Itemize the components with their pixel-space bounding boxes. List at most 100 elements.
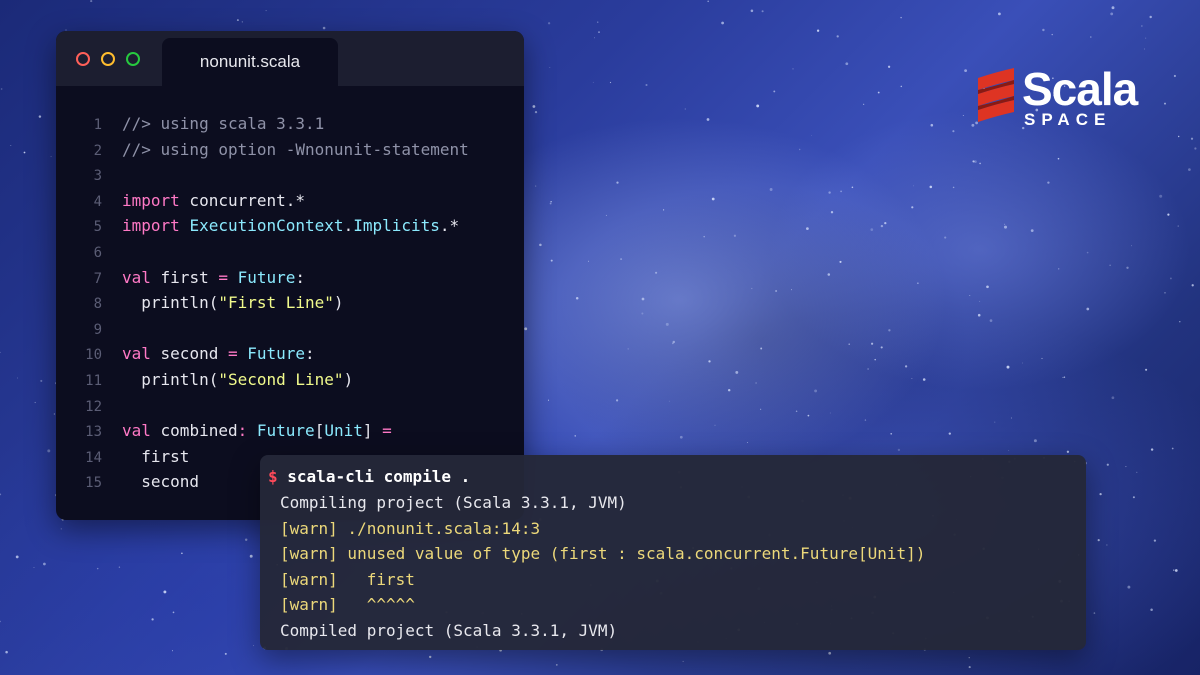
star xyxy=(672,340,676,344)
star xyxy=(972,160,975,163)
star xyxy=(241,21,243,23)
code-line: 10 val second = Future: xyxy=(56,341,524,367)
star xyxy=(760,347,763,350)
minimize-window-icon[interactable] xyxy=(101,52,115,66)
star xyxy=(679,435,683,439)
star xyxy=(17,377,18,379)
star xyxy=(994,421,996,423)
star xyxy=(1030,229,1034,232)
star xyxy=(587,260,590,262)
star xyxy=(665,322,669,326)
star xyxy=(775,290,778,292)
line-number: 15 xyxy=(85,475,102,492)
star xyxy=(708,360,711,363)
line-number: 1 xyxy=(93,117,102,133)
logo-subtitle: SPACE xyxy=(1024,110,1112,129)
star xyxy=(50,155,52,158)
code-line: 1 //> using scala 3.3.1 xyxy=(56,111,524,137)
star xyxy=(948,432,951,435)
terminal-output-line: Compiled project (Scala 3.3.1, JVM) xyxy=(280,621,618,640)
star xyxy=(880,346,883,349)
star xyxy=(1004,225,1007,229)
star xyxy=(1099,492,1102,496)
star xyxy=(922,378,926,381)
star xyxy=(1159,194,1163,198)
star xyxy=(799,148,801,151)
line-number: 13 xyxy=(85,424,102,441)
code-token: val xyxy=(122,267,151,287)
maximize-window-icon[interactable] xyxy=(126,52,140,66)
line-number: 14 xyxy=(85,449,102,466)
star xyxy=(1150,608,1153,611)
code-token: "First Line" xyxy=(218,293,334,313)
terminal-output-line: Compiling project (Scala 3.3.1, JVM) xyxy=(280,493,627,512)
star xyxy=(930,123,934,127)
star xyxy=(1010,417,1012,419)
code-line: 4 import concurrent.* xyxy=(56,188,524,214)
star xyxy=(0,493,2,496)
close-window-icon[interactable] xyxy=(76,52,90,66)
star xyxy=(840,190,842,193)
star xyxy=(890,432,893,435)
star xyxy=(641,312,644,315)
code-token: : xyxy=(295,267,306,287)
code-token: Unit xyxy=(324,421,363,441)
star xyxy=(888,329,891,332)
star xyxy=(900,85,903,88)
star xyxy=(668,400,670,402)
star xyxy=(944,236,947,239)
star xyxy=(620,258,623,261)
star xyxy=(870,228,874,231)
star xyxy=(1097,539,1100,542)
star xyxy=(60,528,62,530)
code-token: //> using option -Wnonunit-statement xyxy=(122,139,469,159)
star xyxy=(968,666,971,669)
star xyxy=(1136,471,1138,473)
star xyxy=(1143,48,1146,50)
star xyxy=(1063,376,1066,378)
star xyxy=(1106,544,1108,546)
code-token: first xyxy=(122,446,190,466)
editor-titlebar: nonunit.scala xyxy=(56,31,524,86)
star xyxy=(598,31,600,34)
star xyxy=(23,151,26,154)
star xyxy=(224,652,227,655)
star xyxy=(40,379,43,382)
star xyxy=(1058,268,1060,270)
star xyxy=(1086,251,1089,254)
star xyxy=(952,186,955,189)
line-number: 7 xyxy=(93,270,102,287)
code-token: combined xyxy=(150,421,238,441)
star xyxy=(605,214,607,216)
star xyxy=(265,10,267,12)
star xyxy=(806,227,809,230)
star xyxy=(34,401,36,404)
line-number: 9 xyxy=(93,321,102,338)
star xyxy=(791,289,792,291)
star xyxy=(244,538,248,542)
star xyxy=(911,206,914,209)
star xyxy=(663,209,665,211)
star xyxy=(811,135,812,137)
star xyxy=(1145,37,1147,39)
code-line: 8 println("First Line") xyxy=(56,290,524,316)
star xyxy=(597,21,599,23)
star xyxy=(524,327,528,331)
star xyxy=(181,552,183,555)
star xyxy=(964,69,968,73)
file-tab[interactable]: nonunit.scala xyxy=(162,38,338,86)
star xyxy=(952,130,955,133)
star xyxy=(322,26,326,30)
star xyxy=(1127,585,1131,589)
code-line: 13 val combined: Future[Unit] = xyxy=(56,418,524,444)
star xyxy=(1042,28,1045,32)
code-line: 6 xyxy=(56,239,524,265)
code-token: ) xyxy=(333,293,344,313)
line-number: 11 xyxy=(85,372,102,389)
star xyxy=(814,389,818,393)
code-area[interactable]: 1 //> using scala 3.3.1 2 //> using option … xyxy=(56,111,524,495)
code-token: import xyxy=(122,216,180,236)
code-line: 12 xyxy=(56,393,524,419)
star xyxy=(897,448,901,452)
